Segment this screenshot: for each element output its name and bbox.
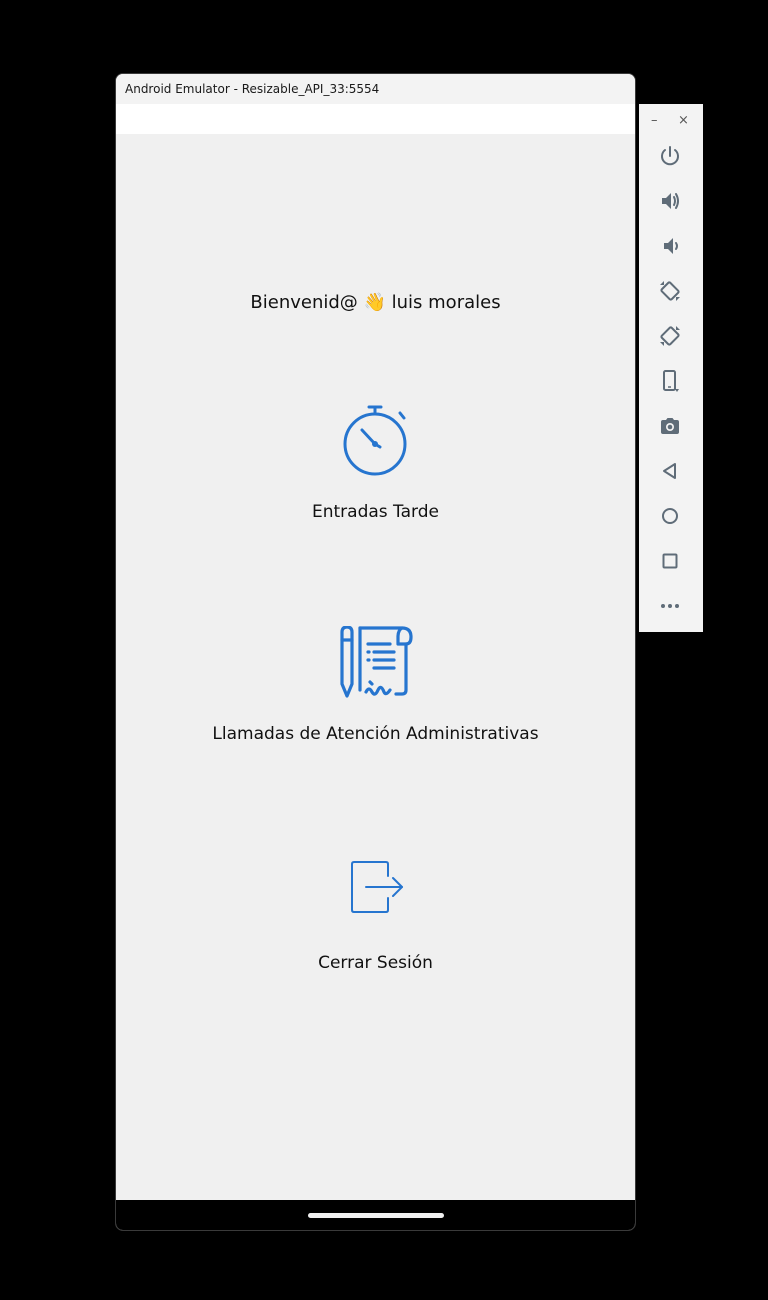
app-screen: Bienvenid@ 👋 luis morales Entradas Tarde <box>116 134 635 1202</box>
screenshot-button[interactable] <box>656 412 684 440</box>
more-options-button[interactable] <box>656 592 684 620</box>
volume-up-icon <box>662 193 679 209</box>
home-gesture-handle[interactable] <box>308 1213 444 1218</box>
overview-icon <box>662 553 678 569</box>
navigation-bar <box>116 1200 635 1230</box>
window-title: Android Emulator - Resizable_API_33:5554 <box>125 82 380 96</box>
volume-up-button[interactable] <box>656 187 684 215</box>
home-icon <box>662 508 678 524</box>
stopwatch-icon <box>343 405 406 476</box>
volume-down-button[interactable] <box>656 232 684 260</box>
close-button[interactable]: × <box>678 112 689 130</box>
admin-warnings-button[interactable]: Llamadas de Atención Administrativas <box>116 626 635 744</box>
power-icon <box>661 146 679 166</box>
camera-icon <box>661 418 679 434</box>
more-icon <box>661 604 679 608</box>
overview-button[interactable] <box>656 547 684 575</box>
logout-icon <box>350 861 403 913</box>
toolbar-window-controls: – × <box>639 112 703 130</box>
status-bar <box>116 104 635 134</box>
fold-device-icon <box>663 370 679 392</box>
emulator-window: Android Emulator - Resizable_API_33:5554… <box>115 73 636 1231</box>
power-button[interactable] <box>656 142 684 170</box>
home-button[interactable] <box>656 502 684 530</box>
late-entries-label: Entradas Tarde <box>312 502 439 522</box>
welcome-message: Bienvenid@ 👋 luis morales <box>250 292 501 313</box>
rotate-right-icon <box>660 326 680 346</box>
volume-down-icon <box>664 238 678 254</box>
rotate-left-button[interactable] <box>656 277 684 305</box>
back-icon <box>663 463 676 479</box>
logout-label: Cerrar Sesión <box>318 953 433 973</box>
minimize-button[interactable]: – <box>651 112 658 130</box>
rotate-left-icon <box>660 281 680 301</box>
fold-device-button[interactable] <box>656 367 684 395</box>
title-bar[interactable]: Android Emulator - Resizable_API_33:5554 <box>116 74 635 104</box>
late-entries-button[interactable]: Entradas Tarde <box>116 404 635 522</box>
logout-button[interactable]: Cerrar Sesión <box>116 859 635 973</box>
document-signature-icon <box>339 626 413 698</box>
rotate-right-button[interactable] <box>656 322 684 350</box>
admin-warnings-label: Llamadas de Atención Administrativas <box>212 724 539 744</box>
emulator-toolbar: – × <box>639 104 703 632</box>
back-button[interactable] <box>656 457 684 485</box>
